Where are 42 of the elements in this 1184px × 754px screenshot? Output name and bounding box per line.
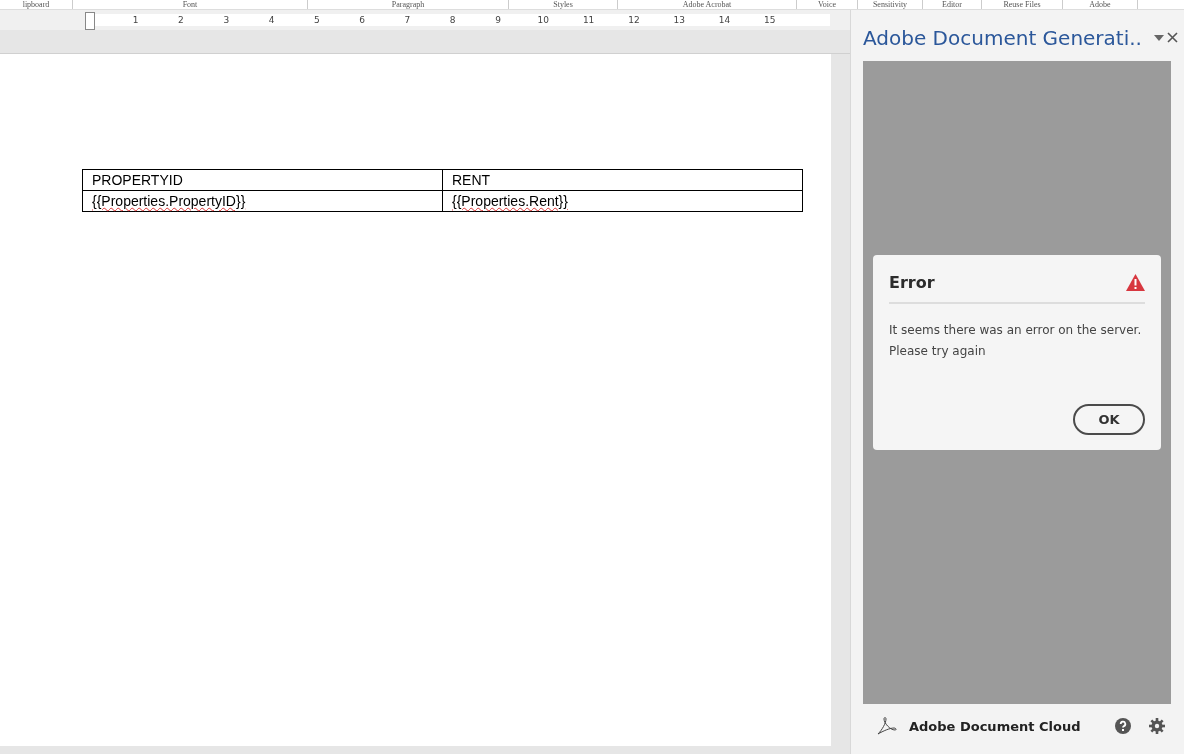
table-cell: {{Properties.Rent}} <box>442 190 803 212</box>
footer-label: Adobe Document Cloud <box>909 718 1081 734</box>
acrobat-logo-icon <box>877 717 897 735</box>
ruler-number: 13 <box>673 15 685 25</box>
table-cell: RENT <box>442 169 803 191</box>
panel-title: Adobe Document Generati.. <box>863 25 1142 50</box>
caret-icon[interactable] <box>1153 34 1164 41</box>
table-cell: {{Properties.PropertyID}} <box>82 190 443 212</box>
ok-button[interactable]: OK <box>1073 404 1145 435</box>
ribbon-group-label: Sensitivity <box>872 0 908 9</box>
ribbon-group-label: Adobe Acrobat <box>682 0 732 9</box>
ruler-number: 6 <box>359 15 365 25</box>
error-message: Please try again <box>889 343 987 360</box>
ruler-number: 9 <box>495 15 501 25</box>
warning-icon <box>1126 274 1145 291</box>
ruler-number: 4 <box>268 15 275 25</box>
ribbon-group-label: Styles <box>553 0 573 9</box>
ruler-number: 10 <box>537 15 550 25</box>
ruler-number: 8 <box>449 15 456 25</box>
ruler-number: 3 <box>223 15 230 25</box>
dialog-title: Error <box>889 273 935 292</box>
table-cell: PROPERTYID <box>82 169 443 191</box>
ruler-number: 14 <box>718 15 731 25</box>
settings-icon[interactable] <box>1149 718 1165 734</box>
ribbon-group-label: Font <box>182 0 198 9</box>
ruler-number: 11 <box>582 15 595 25</box>
ruler-number: 1 <box>132 15 139 25</box>
indent-marker[interactable] <box>85 12 95 30</box>
ruler-number: 12 <box>628 15 640 25</box>
ribbon-group-label: lipboard <box>22 0 50 9</box>
ruler-number: 7 <box>404 15 411 25</box>
ribbon-group-label: Paragraph <box>391 0 425 9</box>
error-message: It seems there was an error on the server. <box>889 322 1143 339</box>
ribbon-group-label: Voice <box>817 0 837 9</box>
ruler-number: 2 <box>178 15 184 25</box>
ruler-number: 5 <box>313 15 320 25</box>
help-icon[interactable] <box>1115 718 1131 734</box>
ruler-number: 15 <box>764 15 776 25</box>
ribbon-group-label: Adobe <box>1089 0 1111 9</box>
ribbon-group-label: Reuse Files <box>1003 0 1041 9</box>
ribbon-group-label: Editor <box>942 0 962 9</box>
close-icon[interactable] <box>1167 32 1178 43</box>
